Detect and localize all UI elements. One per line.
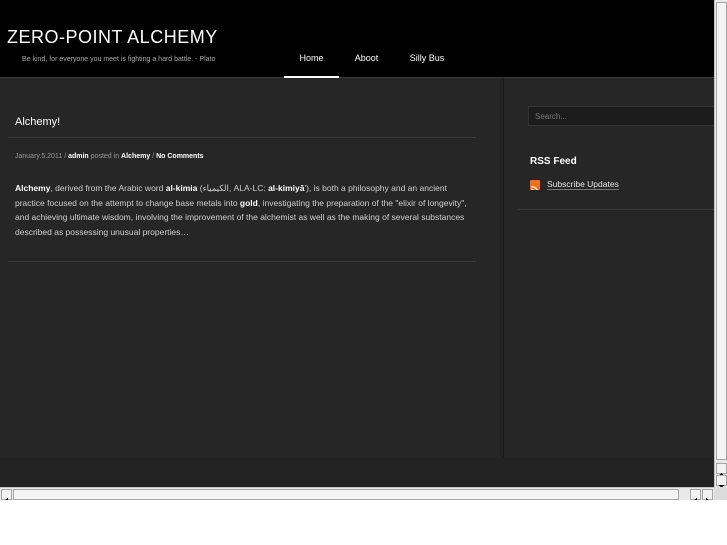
nav-item-label: Home [299,53,324,63]
browser-viewport: ZERO-POINT ALCHEMY Be kind, for everyone… [0,0,727,500]
nav-item-silly-bus[interactable]: Silly Bus [402,52,452,76]
post-comments-link[interactable]: No Comments [156,153,203,160]
page: ZERO-POINT ALCHEMY Be kind, for everyone… [0,0,714,487]
meta-separator: / [64,153,67,160]
post-meta: January.5.2011 / admin posted in Alchemy… [15,153,204,160]
excerpt-text: , derived from the Arabic word [50,183,166,193]
meta-separator: / [152,153,155,160]
nav-item-label: Aboot [354,53,379,63]
horizontal-scroll-thumb[interactable] [13,489,679,500]
site-header: ZERO-POINT ALCHEMY Be kind, for everyone… [0,0,714,78]
excerpt-text: (الكيمياء, ALA-LC: [197,183,269,193]
scroll-down-button[interactable] [716,475,727,488]
nav-item-label: Silly Bus [409,53,445,63]
scroll-up-button[interactable] [716,463,727,476]
search-input[interactable] [528,106,714,126]
post-title[interactable]: Alchemy! [15,116,60,128]
scrollbar-corner [714,487,727,500]
excerpt-arabic-word: al-kimia [165,183,198,193]
post-date: January.5.2011 [15,153,63,160]
post-title-divider [8,137,476,138]
post-end-divider [8,261,476,262]
content-column [0,78,500,458]
nav-item-aboot[interactable]: Aboot [344,52,389,76]
scroll-right-button[interactable] [702,489,713,500]
excerpt-term: Alchemy [15,183,51,193]
scroll-left-button[interactable] [1,489,12,500]
sidebar-divider [518,209,714,210]
arrow-right-icon [706,497,709,500]
post-category-link[interactable]: Alchemy [121,153,150,160]
vertical-scrollbar[interactable] [714,0,727,488]
rss-icon[interactable] [530,180,540,190]
site-title[interactable]: ZERO-POINT ALCHEMY [7,27,218,48]
excerpt-gold: gold [239,197,258,208]
post-author: admin [68,153,89,160]
arrow-left-icon [5,497,8,500]
post-excerpt: Alchemy, derived from the Arabic word al… [15,181,470,239]
sidebar [503,78,714,458]
site-tagline: Be kind, for everyone you meet is fighti… [22,56,216,63]
scroll-left-button-end[interactable] [690,489,701,500]
arrow-left-icon [694,497,697,500]
rss-heading: RSS Feed [530,156,577,167]
vertical-scroll-thumb[interactable] [716,2,727,460]
excerpt-alalc-term: al-kimiyā [268,183,305,193]
posted-in-text: posted in [90,153,120,160]
subscribe-updates-link[interactable]: Subscribe Updates [547,179,619,190]
nav-item-home[interactable]: Home [284,52,339,78]
horizontal-scrollbar[interactable] [0,487,714,500]
